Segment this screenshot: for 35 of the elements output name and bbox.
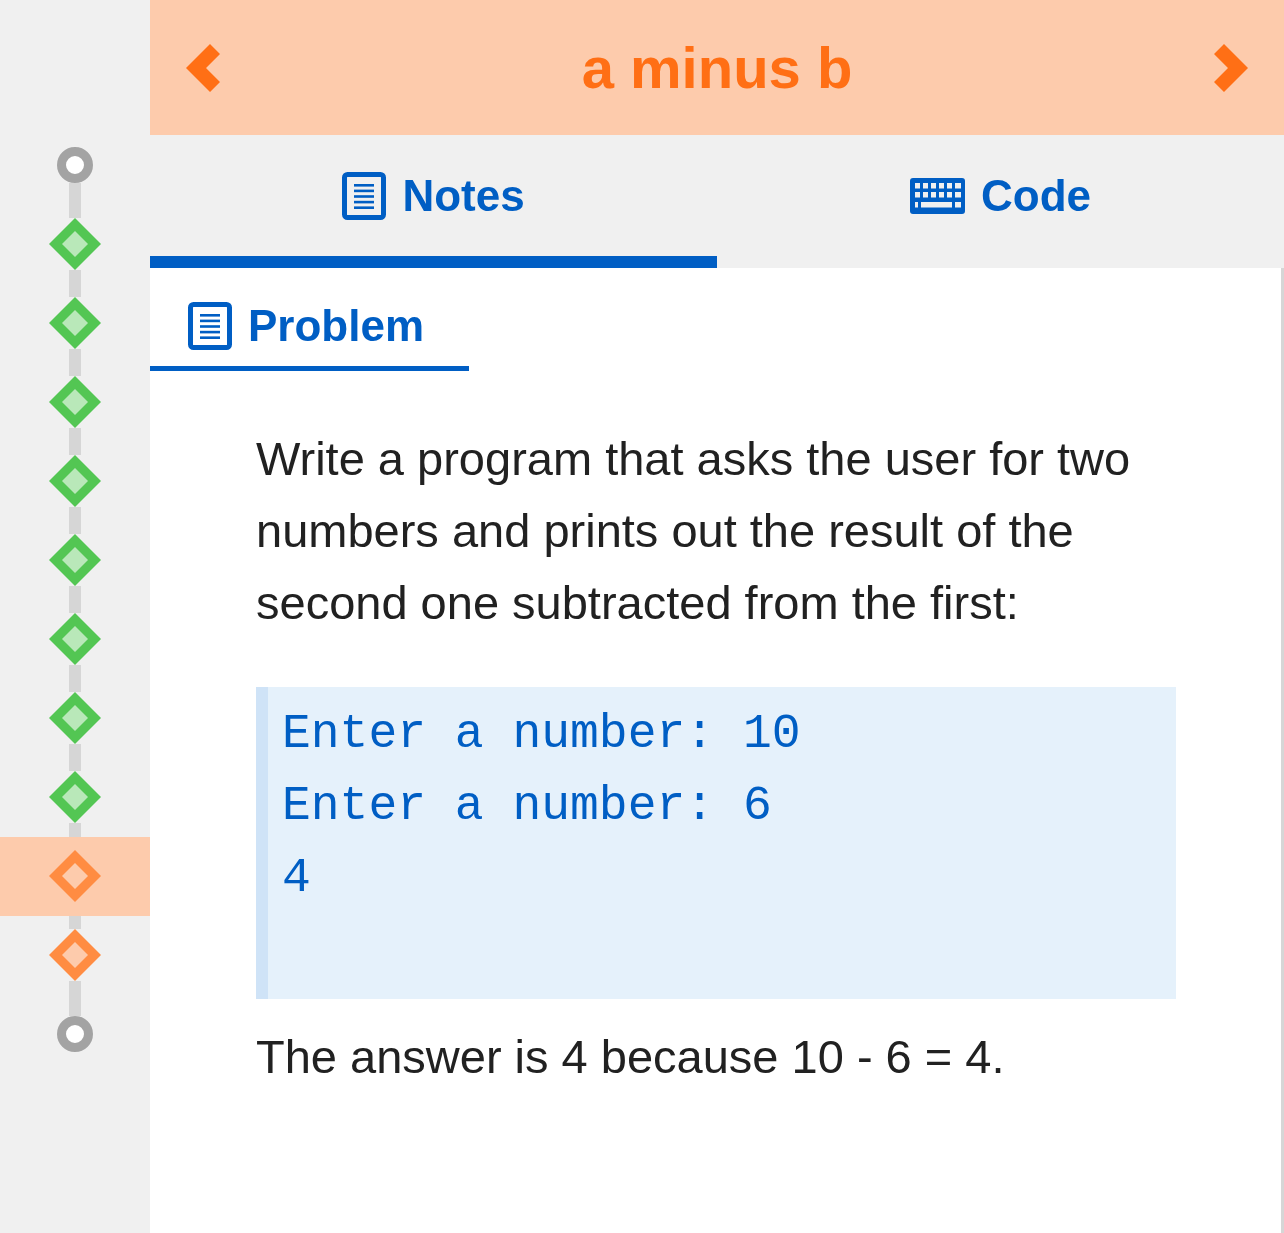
- diamond-icon[interactable]: [49, 218, 101, 270]
- tab[interactable]: Code: [717, 135, 1284, 268]
- code-line: Enter a number: 6: [282, 778, 773, 835]
- track-connector: [69, 586, 81, 613]
- chevron-left-icon[interactable]: [186, 43, 220, 92]
- ring-icon: [57, 147, 93, 183]
- chevron-right-icon[interactable]: [1214, 43, 1248, 92]
- track-connector: [69, 349, 81, 376]
- track-connector: [69, 428, 81, 455]
- diamond-icon[interactable]: [49, 455, 101, 507]
- keyboard-icon: [910, 177, 965, 214]
- document-icon: [188, 302, 232, 350]
- paragraph-text: Write a program that asks the user for two numbers and prints out the result of the second one subtracted from the first:: [256, 431, 1132, 631]
- diamond-icon[interactable]: [49, 613, 101, 665]
- diamond-icon[interactable]: [49, 297, 101, 349]
- timeline-step[interactable]: [0, 836, 150, 916]
- page-title: a minus b: [580, 33, 854, 102]
- diamond-icon[interactable]: [49, 929, 101, 981]
- track-connector: [69, 183, 81, 218]
- diamond-icon[interactable]: [49, 376, 101, 428]
- diamond-icon[interactable]: [49, 692, 101, 744]
- track-connector: [69, 665, 81, 692]
- track-connector: [69, 507, 81, 534]
- paragraph-text: The answer is 4 because 10 - 6 = 4.: [256, 1029, 1006, 1085]
- code-line: 4: [282, 850, 312, 907]
- track-connector: [69, 270, 81, 297]
- diamond-icon[interactable]: [49, 534, 101, 586]
- code-line: Enter a number: 10: [282, 706, 802, 763]
- diamond-icon[interactable]: [49, 771, 101, 823]
- document-icon: [342, 171, 387, 220]
- track-connector: [69, 744, 81, 771]
- track-connector: [69, 823, 81, 837]
- section-tab[interactable]: Problem: [150, 268, 470, 371]
- ring-icon: [57, 1016, 93, 1052]
- track-connector: [69, 981, 81, 1016]
